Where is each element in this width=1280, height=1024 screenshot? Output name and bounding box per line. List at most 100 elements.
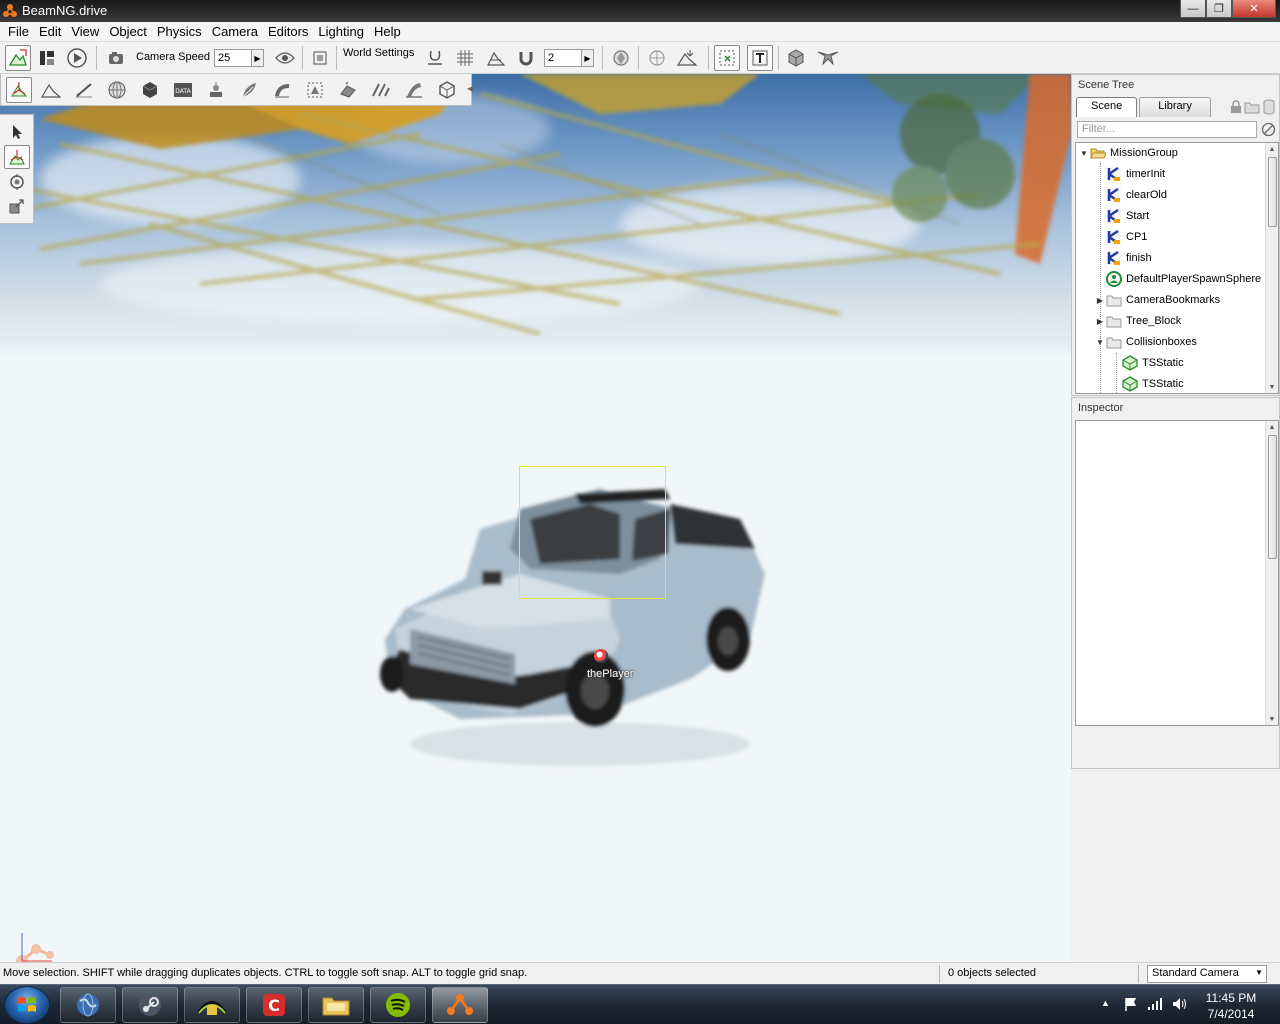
network-signal-icon[interactable]: [1147, 997, 1163, 1011]
particle-editor-icon[interactable]: [203, 77, 229, 103]
decal-road-editor-icon[interactable]: [401, 77, 427, 103]
scene-tree-scrollbar[interactable]: ▲ ▼: [1265, 143, 1278, 393]
taskbar-asrock[interactable]: [184, 987, 240, 1023]
taskbar-browser[interactable]: [60, 987, 116, 1023]
visibility-eye-icon[interactable]: [272, 45, 298, 71]
grid-snap-icon[interactable]: [452, 45, 478, 71]
inspector-scrollbar[interactable]: ▲ ▼: [1265, 421, 1278, 725]
scale-gizmo-icon[interactable]: [4, 195, 30, 219]
river-editor-icon[interactable]: [269, 77, 295, 103]
tree-item[interactable]: ▼ MissionGroup: [1078, 143, 1178, 163]
select-arrow-icon[interactable]: [4, 120, 30, 144]
road-editor-icon[interactable]: [335, 77, 361, 103]
clear-filter-icon[interactable]: [1261, 122, 1276, 137]
inspector-content[interactable]: ▲ ▼: [1075, 420, 1279, 726]
terrain-editor-icon[interactable]: [38, 77, 64, 103]
camera-icon[interactable]: [104, 45, 130, 71]
scene-tree-list[interactable]: ▼ MissionGroup timerInit clearOld Start CP1 fi…: [1075, 142, 1279, 394]
menu-edit[interactable]: Edit: [34, 22, 66, 42]
forest-editor-icon[interactable]: [236, 77, 262, 103]
toolbar-collapse-icon[interactable]: ◀: [467, 84, 473, 93]
action-center-flag-icon[interactable]: [1123, 996, 1139, 1012]
drop-at-terrain-icon[interactable]: [674, 45, 700, 71]
system-clock[interactable]: 11:45 PM 7/4/2014: [1196, 990, 1266, 1022]
scroll-up-icon[interactable]: ▲: [1266, 143, 1278, 155]
datablock-editor-icon[interactable]: DATA: [170, 77, 196, 103]
decal-editor-icon[interactable]: [302, 77, 328, 103]
tree-item[interactable]: TSStatic: [1110, 353, 1184, 373]
text-labels-icon[interactable]: [747, 45, 773, 71]
explode-prefab-icon[interactable]: [815, 45, 841, 71]
scroll-up-icon[interactable]: ▲: [1266, 421, 1278, 433]
terrain-snap-icon[interactable]: [483, 45, 509, 71]
taskbar-steam[interactable]: [122, 987, 178, 1023]
expand-open-icon[interactable]: ▼: [1094, 338, 1106, 347]
3d-viewport[interactable]: thePlayer: [0, 74, 1071, 962]
menu-help[interactable]: Help: [369, 22, 406, 42]
tree-item[interactable]: ▼ Collisionboxes: [1094, 332, 1197, 352]
camera-speed-arrow-icon[interactable]: ▶: [252, 49, 264, 67]
tree-item[interactable]: CP1: [1094, 227, 1147, 247]
gui-editor-icon[interactable]: [34, 45, 60, 71]
mesh-road-editor-icon[interactable]: [368, 77, 394, 103]
rotate-gizmo-icon[interactable]: [4, 170, 30, 194]
tree-item[interactable]: Start: [1094, 206, 1149, 226]
tray-expand-icon[interactable]: ▲: [1101, 998, 1110, 1008]
taskbar-spotify[interactable]: [370, 987, 426, 1023]
tree-item[interactable]: DefaultPlayerSpawnSphere: [1094, 269, 1261, 289]
prefab-icon[interactable]: [783, 45, 809, 71]
menu-lighting[interactable]: Lighting: [313, 22, 369, 42]
scroll-thumb[interactable]: [1268, 435, 1277, 559]
world-editor-icon[interactable]: [5, 45, 31, 71]
tree-item[interactable]: clearOld: [1094, 185, 1167, 205]
maximize-button[interactable]: ❐: [1206, 0, 1232, 18]
new-folder-icon[interactable]: [1244, 100, 1260, 114]
expand-closed-icon[interactable]: ▶: [1094, 317, 1106, 326]
move-gizmo-icon[interactable]: [4, 145, 30, 169]
scroll-thumb[interactable]: [1268, 157, 1277, 227]
menu-physics[interactable]: Physics: [152, 22, 207, 42]
tree-item[interactable]: ▶ Tree_Block: [1094, 311, 1181, 331]
close-button[interactable]: ✕: [1232, 0, 1276, 18]
start-button[interactable]: [4, 986, 50, 1024]
scroll-down-icon[interactable]: ▼: [1266, 713, 1278, 725]
world-settings-label[interactable]: World Settings: [343, 47, 414, 59]
tree-item[interactable]: finish: [1094, 248, 1152, 268]
camera-mode-select[interactable]: Standard Camera ▼: [1147, 965, 1267, 983]
taskbar-file-explorer[interactable]: [308, 987, 364, 1023]
taskbar-beamng[interactable]: [432, 987, 488, 1023]
tab-library[interactable]: Library: [1139, 97, 1211, 117]
database-icon[interactable]: [1263, 99, 1275, 115]
lock-icon[interactable]: [1230, 100, 1242, 114]
material-editor-icon[interactable]: [104, 77, 130, 103]
menu-object[interactable]: Object: [104, 22, 152, 42]
snap-to-terrain-icon[interactable]: [422, 45, 448, 71]
fit-view-icon[interactable]: [307, 45, 333, 71]
play-game-icon[interactable]: [64, 45, 90, 71]
expand-open-icon[interactable]: ▼: [1078, 149, 1090, 158]
menu-view[interactable]: View: [66, 22, 104, 42]
navmesh-editor-icon[interactable]: [434, 77, 460, 103]
expand-closed-icon[interactable]: ▶: [1094, 296, 1106, 305]
snap-size-input[interactable]: 2: [544, 49, 582, 67]
menu-camera[interactable]: Camera: [207, 22, 263, 42]
menu-file[interactable]: File: [3, 22, 34, 42]
object-selection-icon[interactable]: [714, 45, 740, 71]
object-render-icon[interactable]: [608, 45, 634, 71]
terrain-painter-icon[interactable]: [71, 77, 97, 103]
tree-item[interactable]: timerInit: [1094, 164, 1165, 184]
snap-size-arrow-icon[interactable]: ▶: [582, 49, 594, 67]
menu-editors[interactable]: Editors: [263, 22, 313, 42]
scene-filter-input[interactable]: Filter...: [1077, 121, 1257, 138]
tree-item[interactable]: TSStatic: [1110, 374, 1184, 393]
camera-speed-input[interactable]: 25: [214, 49, 252, 67]
scroll-down-icon[interactable]: ▼: [1266, 381, 1278, 393]
tree-item[interactable]: ▶ CameraBookmarks: [1094, 290, 1220, 310]
magnet-snap-icon[interactable]: [513, 45, 539, 71]
origin-icon[interactable]: [644, 45, 670, 71]
sketch-tool-icon[interactable]: [137, 77, 163, 103]
minimize-button[interactable]: —: [1180, 0, 1206, 18]
object-editor-icon[interactable]: [6, 77, 32, 103]
volume-speaker-icon[interactable]: [1171, 996, 1187, 1012]
taskbar-c-app[interactable]: C: [246, 987, 302, 1023]
